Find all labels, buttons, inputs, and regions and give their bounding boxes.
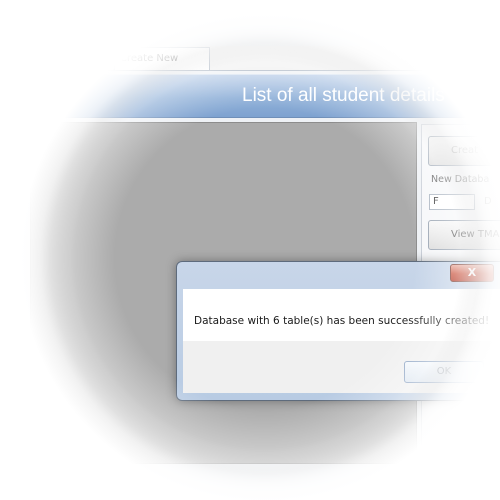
screenshot-stage: ect Create New Student List of all stude… xyxy=(0,0,500,500)
view-tma-button[interactable]: View TMA xyxy=(428,220,500,250)
application-window: ect Create New Student List of all stude… xyxy=(0,0,500,500)
dialog-message: Database with 6 table(s) has been succes… xyxy=(194,315,490,327)
header-banner: List of all student details xyxy=(0,74,500,118)
create-button[interactable]: Creat xyxy=(428,136,500,166)
page-title: List of all student details xyxy=(242,85,445,106)
drive-suffix-label: D xyxy=(484,196,492,207)
close-icon: X xyxy=(467,266,477,279)
ok-button[interactable]: OK xyxy=(404,361,484,383)
tab-select[interactable]: ect xyxy=(70,50,112,69)
tab-create-new-student[interactable]: Create New Student xyxy=(114,47,210,86)
tab-strip: ect Create New Student xyxy=(0,46,500,86)
drive-input[interactable]: F xyxy=(429,194,475,210)
new-database-label: New Databa xyxy=(431,174,490,185)
dialog-close-button[interactable]: X xyxy=(450,264,494,282)
